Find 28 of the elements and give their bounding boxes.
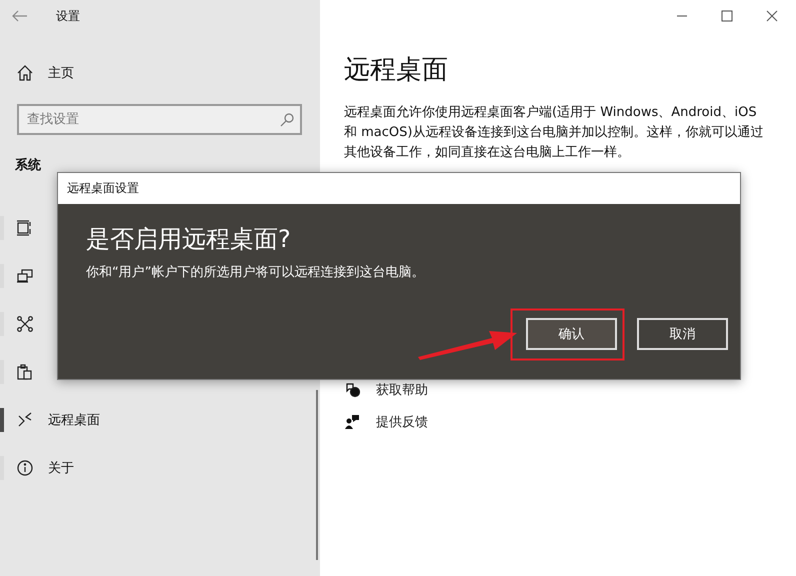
- dialog-heading: 是否启用远程桌面?: [86, 224, 292, 255]
- sidebar-item[interactable]: 远程桌面: [0, 396, 320, 444]
- description-text: 远程桌面允许你使用远程桌面客户端(适用于 Windows、Android、iOS 和 macOS)从远程设备连接到这台电脑并加以控制。这样，你就可以通过其他设备工作，如同直接在这台电脑上工作一样。: [344, 104, 764, 162]
- close-icon: [766, 10, 778, 22]
- page-heading: 远程桌面: [344, 54, 449, 87]
- feedback-icon: [344, 414, 360, 430]
- help-link[interactable]: 获取帮助: [376, 381, 428, 399]
- home-item[interactable]: 主页: [0, 49, 320, 97]
- remote-icon: [17, 412, 33, 428]
- sidebar-item[interactable]: 关于: [0, 444, 320, 492]
- dialog-button[interactable]: 取消: [637, 318, 728, 350]
- clipboard-icon: [17, 364, 33, 380]
- dialog-title: 远程桌面设置: [58, 173, 740, 204]
- multitask-icon: [17, 220, 33, 236]
- search-field[interactable]: 查找设置: [17, 104, 302, 135]
- help-icon: [344, 382, 360, 398]
- back-icon: [12, 10, 28, 22]
- maximize-icon: [721, 10, 733, 22]
- nodes-icon: [17, 316, 33, 332]
- home-icon: [17, 65, 33, 81]
- window-title: 设置: [56, 8, 80, 24]
- dialog-message: 你和“用户”帐户下的所选用户将可以远程连接到这台电脑。: [86, 264, 426, 281]
- help-link[interactable]: 提供反馈: [376, 413, 428, 431]
- dialog-button[interactable]: 确认: [526, 318, 617, 350]
- screens-icon: [17, 268, 33, 284]
- search-icon: [280, 113, 294, 127]
- section-heading: 系统: [15, 156, 42, 174]
- info-icon: [17, 460, 33, 476]
